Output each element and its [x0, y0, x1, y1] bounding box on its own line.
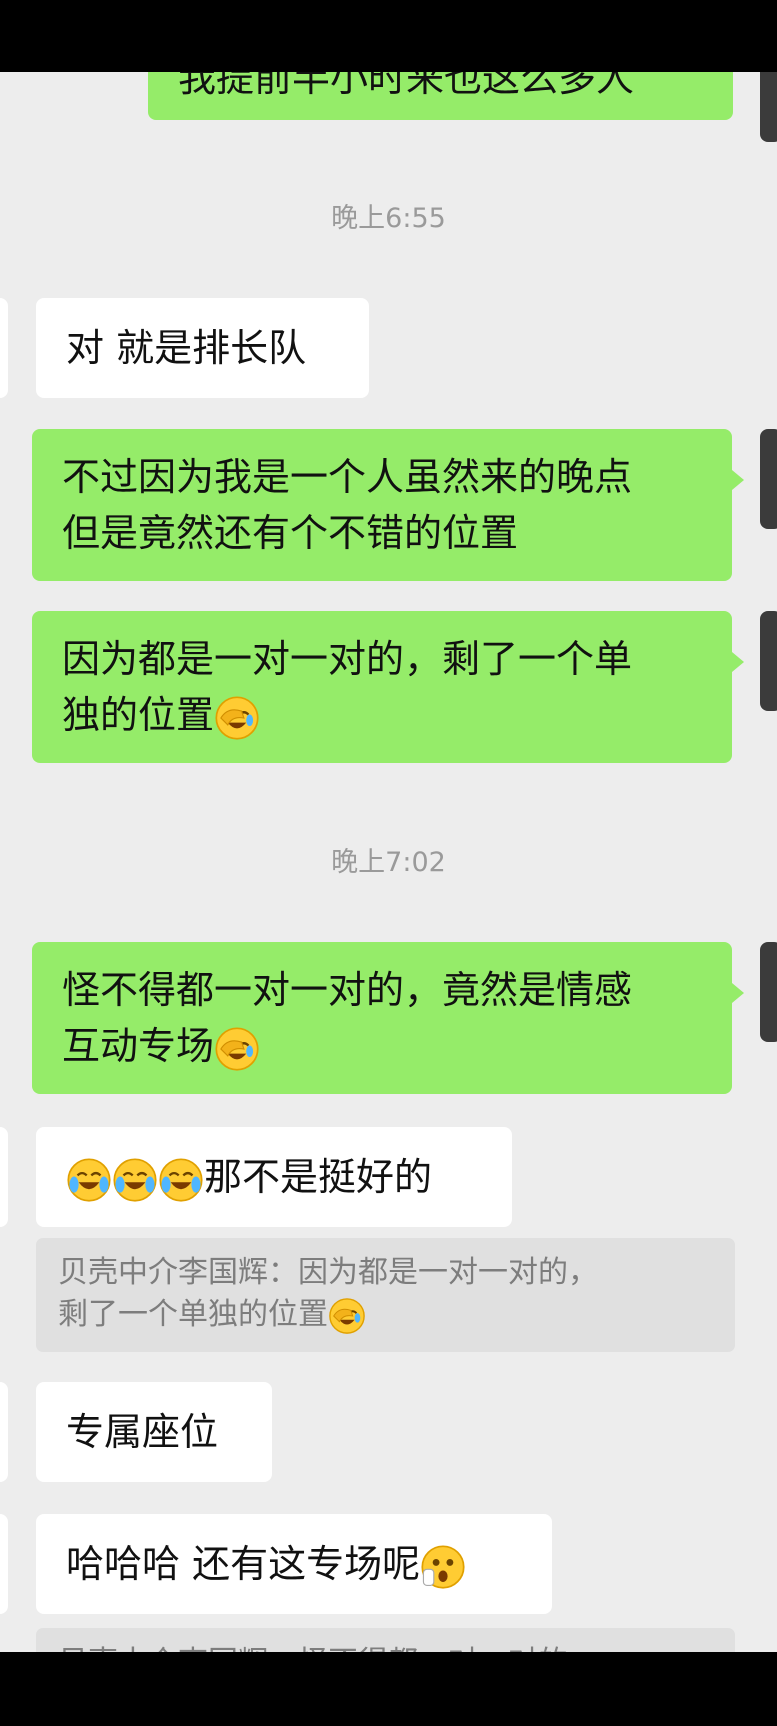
- message-bubble-outgoing[interactable]: 不过因为我是一个人虽然来的晚点 但是竟然还有个不错的位置: [32, 429, 732, 581]
- message-text: 专属座位: [66, 1410, 219, 1454]
- facepalm-laugh-emoji: [328, 1297, 366, 1335]
- avatar[interactable]: [760, 72, 777, 142]
- message-bubble-incoming[interactable]: 对 就是排长队: [36, 298, 369, 398]
- message-text-line: 互动专场: [62, 1024, 215, 1068]
- message-text-line: 不过因为我是一个人虽然来的晚点: [62, 455, 633, 499]
- navigation-bar: [0, 1652, 777, 1726]
- status-bar: [0, 0, 777, 72]
- message-text-line: 但是竟然还有个不错的位置: [62, 511, 519, 555]
- avatar[interactable]: [0, 1514, 8, 1614]
- avatar[interactable]: [760, 429, 777, 529]
- avatar[interactable]: [0, 1127, 8, 1227]
- chat-area[interactable]: 我提前半小时来也这么多人 晚上6:55 对 就是排长队 不过因为我是一个人虽然来…: [0, 72, 777, 1652]
- quote-text-line: 剩了一个单独的位置: [58, 1297, 328, 1332]
- message-text: 哈哈哈 还有这专场呢: [66, 1542, 421, 1586]
- surprised-emoji: [420, 1544, 466, 1590]
- timestamp: 晚上6:55: [331, 203, 446, 234]
- quoted-message[interactable]: 贝壳中介李国辉：因为都是一对一对的， 剩了一个单独的位置: [36, 1238, 735, 1352]
- quoted-message[interactable]: 贝壳中介李国辉：怪不得都一对一对的: [36, 1628, 735, 1652]
- quote-text-line: 贝壳中介李国辉：怪不得都一对一对的: [58, 1642, 713, 1652]
- message-bubble-incoming[interactable]: 那不是挺好的: [36, 1127, 512, 1227]
- bubble-tail: [732, 652, 744, 672]
- tears-of-joy-emoji: [66, 1157, 112, 1203]
- avatar[interactable]: [0, 298, 8, 398]
- message-text-line: 因为都是一对一对的，剩了一个单: [62, 637, 633, 681]
- message-text-line: 独的位置: [62, 693, 215, 737]
- message-bubble-outgoing[interactable]: 我提前半小时来也这么多人: [148, 72, 733, 120]
- message-bubble-outgoing[interactable]: 怪不得都一对一对的，竟然是情感 互动专场: [32, 942, 732, 1094]
- message-bubble-incoming[interactable]: 专属座位: [36, 1382, 272, 1482]
- tears-of-joy-emoji: [158, 1157, 204, 1203]
- bubble-tail: [732, 983, 744, 1003]
- facepalm-laugh-emoji: [214, 695, 260, 741]
- message-bubble-incoming[interactable]: 哈哈哈 还有这专场呢: [36, 1514, 552, 1614]
- timestamp: 晚上7:02: [331, 847, 446, 878]
- avatar[interactable]: [760, 942, 777, 1042]
- message-text: 对 就是排长队: [66, 326, 307, 370]
- avatar[interactable]: [0, 1382, 8, 1482]
- message-text: 我提前半小时来也这么多人: [178, 72, 635, 100]
- message-bubble-outgoing[interactable]: 因为都是一对一对的，剩了一个单 独的位置: [32, 611, 732, 763]
- message-text: 那不是挺好的: [204, 1155, 433, 1199]
- tears-of-joy-emoji: [112, 1157, 158, 1203]
- bubble-tail: [732, 470, 744, 490]
- avatar[interactable]: [760, 611, 777, 711]
- message-text-line: 怪不得都一对一对的，竟然是情感: [62, 968, 633, 1012]
- quote-text-line: 贝壳中介李国辉：因为都是一对一对的，: [58, 1255, 598, 1290]
- facepalm-laugh-emoji: [214, 1026, 260, 1072]
